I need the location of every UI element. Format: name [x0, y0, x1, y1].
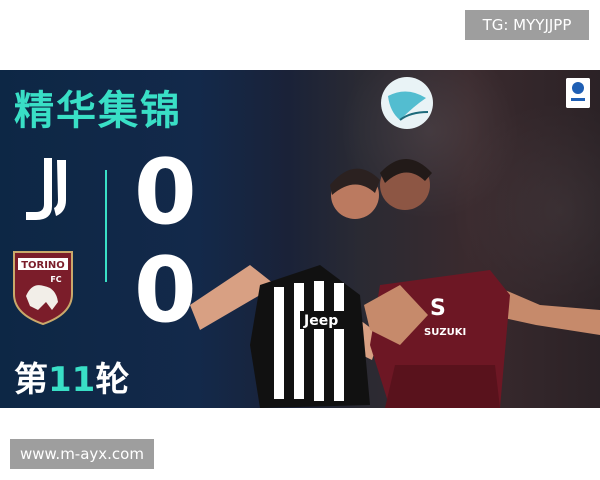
highlights-banner[interactable]: Jeep S SUZUKI 精华集锦 0 0 TORINO FC 第11轮 [0, 70, 600, 408]
torino-logo-icon: TORINO FC [13, 251, 73, 326]
svg-text:SUZUKI: SUZUKI [424, 327, 466, 338]
highlights-title: 精华集锦 [14, 88, 182, 134]
serie-a-logo-icon [566, 78, 590, 108]
round-suffix: 轮 [95, 360, 130, 400]
round-prefix: 第 [14, 360, 48, 400]
svg-text:FC: FC [50, 275, 61, 284]
juventus-player-image: Jeep [190, 168, 380, 408]
svg-text:Jeep: Jeep [303, 313, 338, 329]
home-score: 0 [134, 140, 197, 245]
round-number: 11 [48, 360, 96, 400]
svg-text:S: S [430, 296, 446, 321]
away-score: 0 [134, 238, 197, 343]
soccer-ball-icon [381, 77, 433, 129]
round-label: 第11轮 [14, 352, 129, 401]
site-watermark: www.m-ayx.com [10, 439, 154, 469]
torino-player-image: S SUZUKI [364, 159, 600, 408]
juventus-logo-icon [26, 158, 66, 220]
tg-watermark: TG: MYYJJPP [465, 10, 589, 40]
score-divider [105, 170, 107, 282]
svg-text:TORINO: TORINO [21, 260, 65, 271]
